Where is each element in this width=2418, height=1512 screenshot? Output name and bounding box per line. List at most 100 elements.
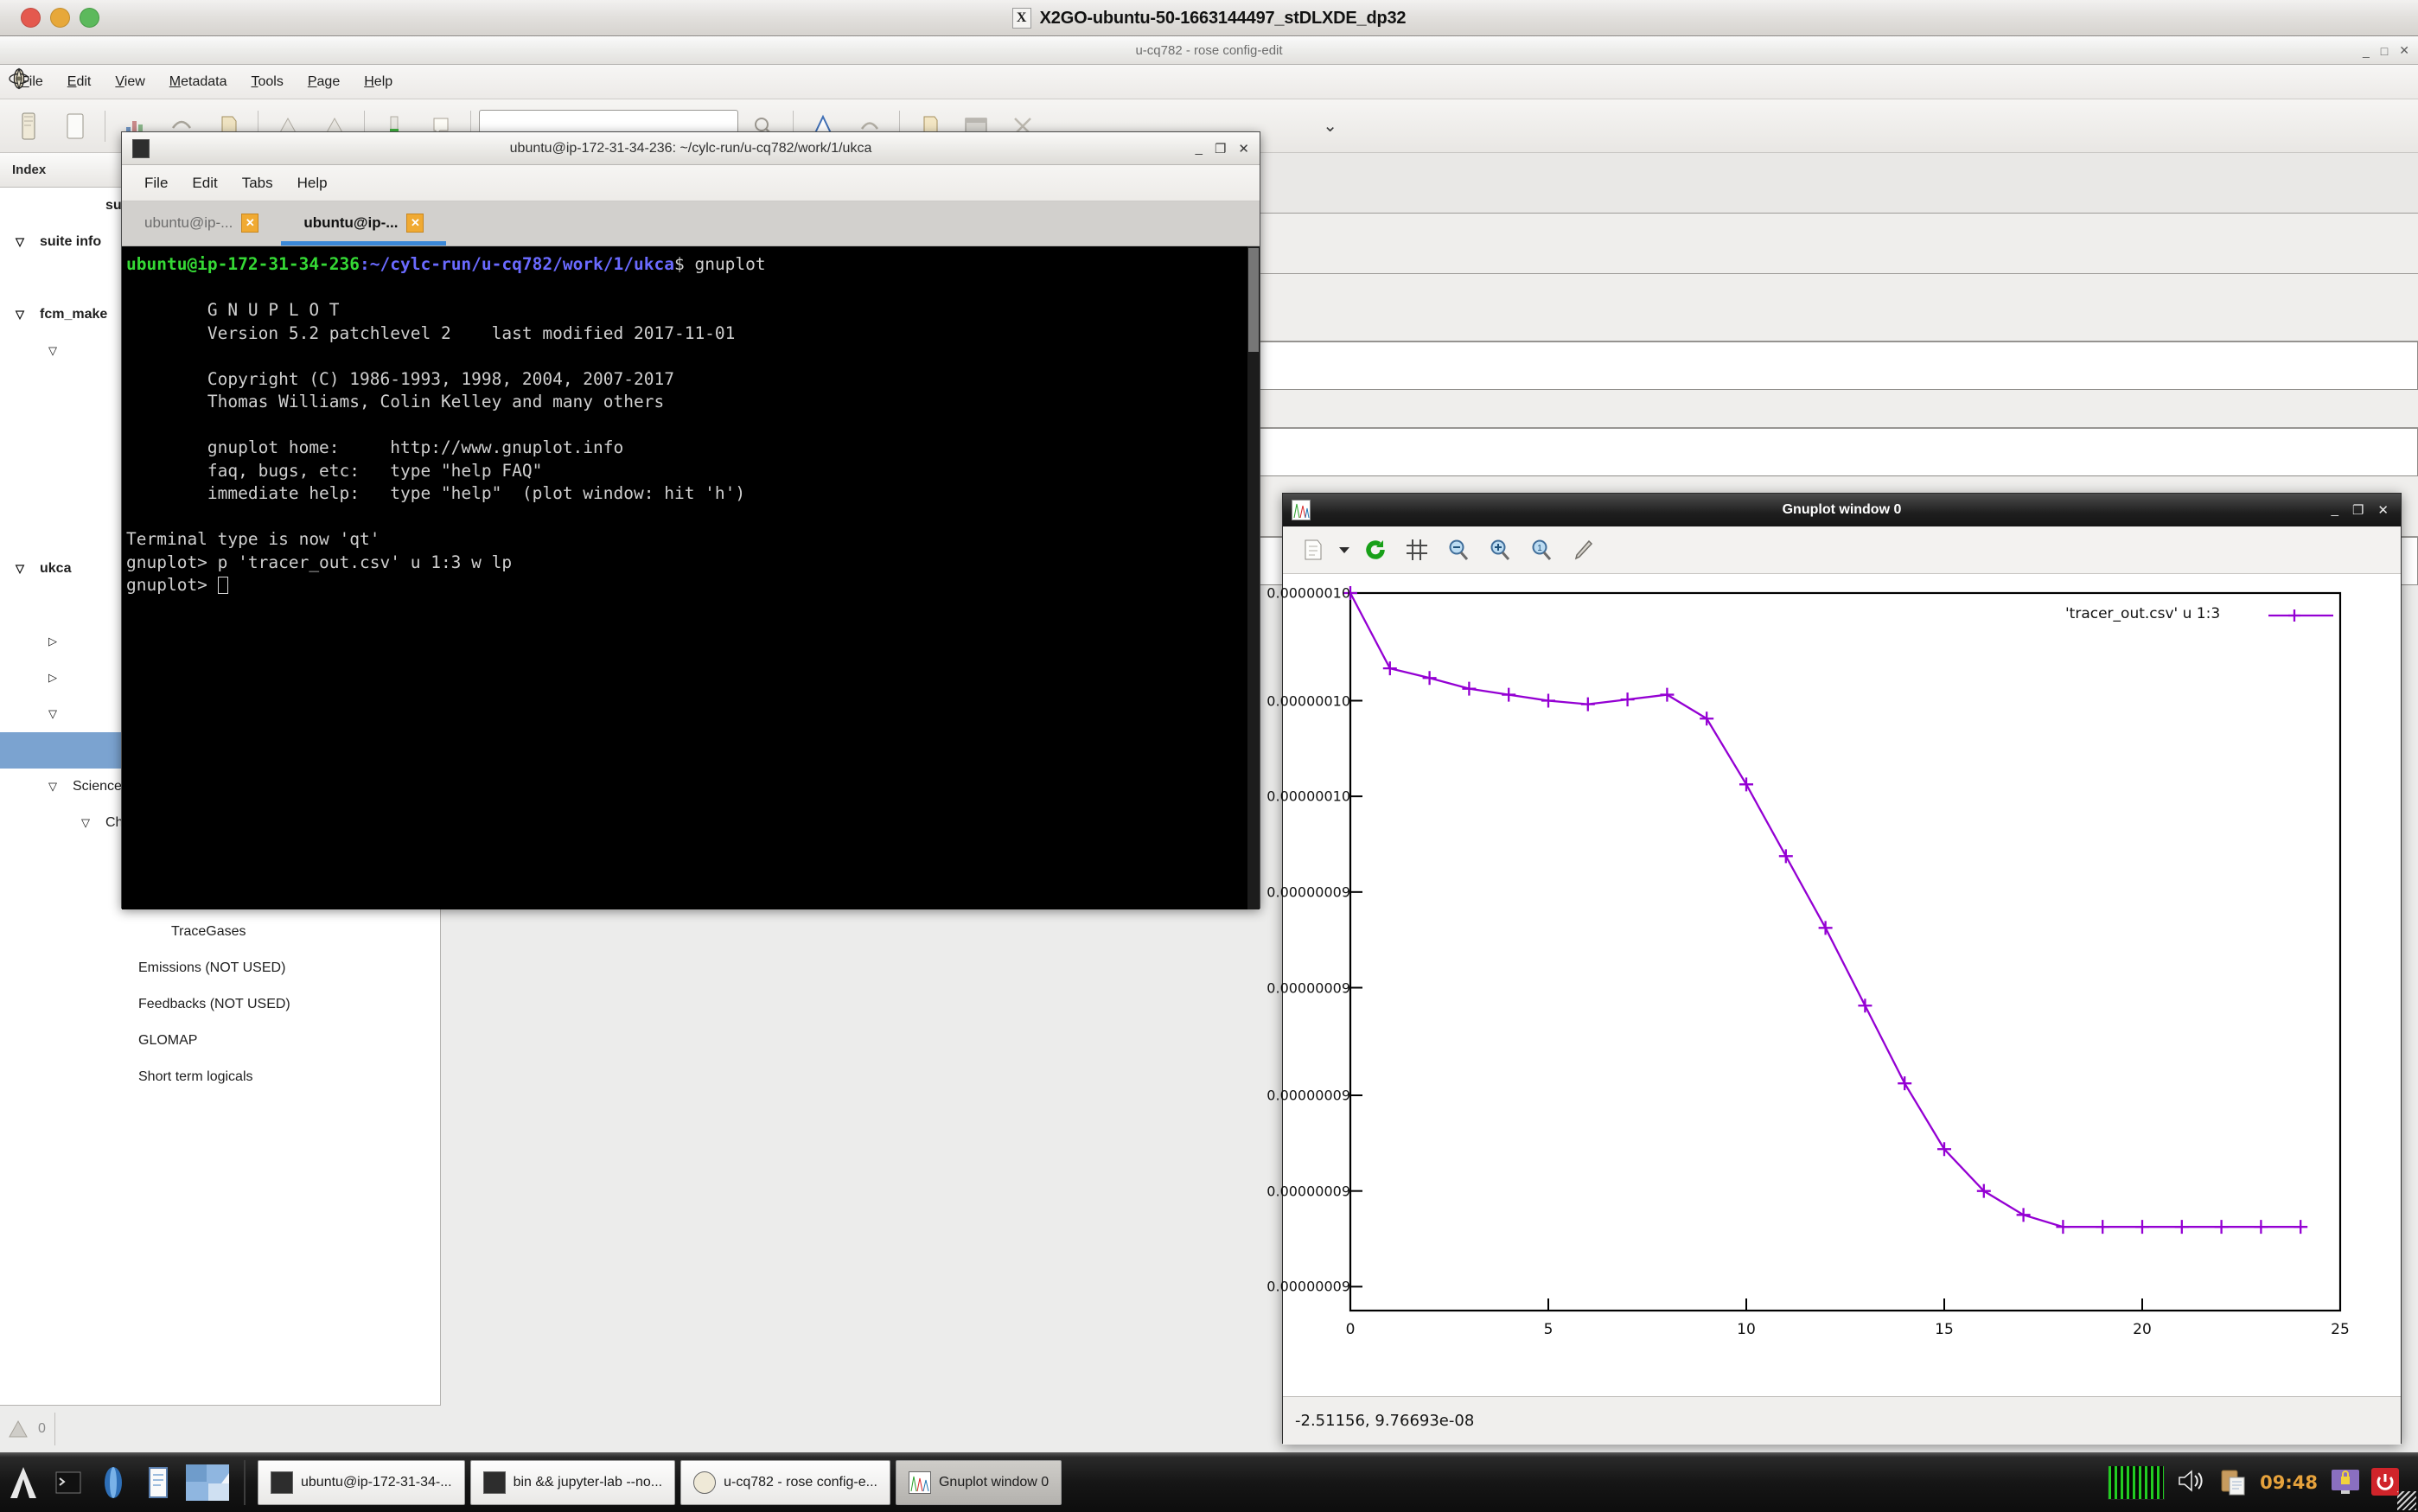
menu-metadata[interactable]: Metadata bbox=[157, 71, 239, 93]
terminal-screen[interactable]: ubuntu@ip-172-31-34-236:~/cylc-run/u-cq7… bbox=[122, 246, 1260, 909]
system-tray[interactable]: 09:48 bbox=[2108, 1464, 2415, 1500]
terminal-menu-tabs[interactable]: Tabs bbox=[232, 171, 284, 195]
gnuplot-icon bbox=[908, 1471, 931, 1494]
data-point-marker bbox=[2096, 1220, 2110, 1234]
settings-icon[interactable] bbox=[1565, 532, 1601, 568]
menu-tools[interactable]: Tools bbox=[239, 71, 296, 93]
y-tick-label: 0.00000009 bbox=[1266, 884, 1350, 901]
browser-icon[interactable] bbox=[93, 1458, 133, 1508]
gnuplot-toolbar[interactable]: 1 bbox=[1283, 526, 2401, 574]
zoom-in-icon[interactable] bbox=[1482, 532, 1518, 568]
close-button[interactable]: ✕ bbox=[1238, 141, 1249, 156]
data-point-marker bbox=[1462, 681, 1477, 696]
terminal-scrollbar[interactable] bbox=[1247, 246, 1260, 909]
maximize-button[interactable]: ❐ bbox=[1215, 141, 1226, 156]
rose-menubar[interactable]: File Edit View Metadata Tools Page Help bbox=[0, 65, 2418, 99]
rose-window-buttons[interactable]: _ □ ✕ bbox=[2363, 36, 2409, 65]
taskbar-button-2[interactable]: u-cq782 - rose config-e... bbox=[680, 1459, 890, 1505]
minimize-button[interactable]: _ bbox=[1196, 141, 1203, 156]
desktop-icon[interactable] bbox=[183, 1458, 232, 1508]
terminal-tabbar[interactable]: ubuntu@ip-... ✕ ubuntu@ip-... ✕ bbox=[122, 201, 1260, 246]
scrollbar-thumb[interactable] bbox=[1248, 248, 1259, 352]
terminal-menu-help[interactable]: Help bbox=[287, 171, 338, 195]
data-point-marker bbox=[1700, 711, 1714, 726]
taskbar-button-3[interactable]: Gnuplot window 0 bbox=[895, 1459, 1062, 1505]
menu-page[interactable]: Page bbox=[296, 71, 352, 93]
new-suite-icon[interactable] bbox=[7, 105, 50, 147]
terminal-window-buttons[interactable]: _ ❐ ✕ bbox=[1196, 141, 1249, 156]
chevron-down-icon[interactable] bbox=[1337, 532, 1352, 568]
gnuplot-plot-canvas[interactable]: 0.00000010 0.00000010 0.00000010 0.00000009… bbox=[1266, 574, 2401, 1397]
maximize-button[interactable]: □ bbox=[2381, 44, 2388, 58]
arch-icon[interactable] bbox=[3, 1458, 43, 1508]
gnuplot-window[interactable]: Gnuplot window 0 _ ❐ ✕ 1 0.00000010 0.00… bbox=[1266, 493, 2402, 1445]
clipboard-icon[interactable] bbox=[2218, 1468, 2248, 1497]
terminal-window[interactable]: ubuntu@ip-172-31-34-236: ~/cylc-run/u-cq… bbox=[121, 131, 1260, 909]
zoom-out-icon[interactable] bbox=[1440, 532, 1477, 568]
taskbar-button-0[interactable]: ubuntu@ip-172-31-34-... bbox=[258, 1459, 465, 1505]
terminal-tab-1[interactable]: ubuntu@ip-... ✕ bbox=[122, 201, 281, 246]
chevron-down-icon[interactable]: ▽ bbox=[74, 816, 97, 830]
taskbar-button-label: Gnuplot window 0 bbox=[938, 1474, 1050, 1490]
terminal-icon[interactable] bbox=[48, 1458, 88, 1508]
close-button[interactable]: ✕ bbox=[2377, 502, 2389, 518]
menu-help[interactable]: Help bbox=[352, 71, 405, 93]
clock[interactable]: 09:48 bbox=[2260, 1472, 2318, 1493]
cpu-graph-icon[interactable] bbox=[2108, 1464, 2166, 1500]
volume-icon[interactable] bbox=[2177, 1468, 2206, 1497]
close-button[interactable]: ✕ bbox=[2399, 43, 2409, 58]
resize-grip[interactable] bbox=[2397, 1491, 2416, 1510]
lock-screen-icon[interactable] bbox=[2330, 1468, 2359, 1497]
power-icon[interactable] bbox=[2371, 1467, 2401, 1497]
rose-app-icon bbox=[9, 67, 29, 90]
minimize-button[interactable]: _ bbox=[2363, 44, 2370, 58]
tree-item-label: GLOMAP bbox=[138, 1033, 198, 1048]
tree-item-21[interactable]: Emissions (NOT USED) bbox=[0, 950, 440, 986]
gnuplot-window-buttons[interactable]: _ ❐ ✕ bbox=[2332, 502, 2389, 518]
open-suite-icon[interactable] bbox=[54, 105, 97, 147]
data-series-points bbox=[1343, 586, 2308, 1234]
menu-edit[interactable]: Edit bbox=[55, 71, 104, 93]
taskbar-button-1[interactable]: bin && jupyter-lab --no... bbox=[469, 1459, 676, 1505]
tree-item-22[interactable]: Feedbacks (NOT USED) bbox=[0, 986, 440, 1023]
terminal-menu-file[interactable]: File bbox=[134, 171, 178, 195]
zoom-reset-icon[interactable]: 1 bbox=[1523, 532, 1560, 568]
tree-item-24[interactable]: Short term logicals bbox=[0, 1059, 440, 1095]
chevron-down-icon[interactable]: ▽ bbox=[41, 707, 64, 721]
taskbar-window-buttons[interactable]: ubuntu@ip-172-31-34-... bin && jupyter-la… bbox=[258, 1459, 1062, 1505]
terminal-menubar[interactable]: File Edit Tabs Help bbox=[122, 165, 1260, 201]
x-tick-label: 10 bbox=[1737, 1321, 1756, 1338]
chevron-down-icon[interactable]: ⌄ bbox=[1323, 115, 1337, 137]
data-point-marker bbox=[2174, 1220, 2189, 1234]
chevron-right-icon[interactable]: ▷ bbox=[41, 671, 64, 685]
export-icon[interactable] bbox=[1295, 532, 1331, 568]
data-point-marker bbox=[2294, 1220, 2308, 1234]
y-tick-label: 0.00000010 bbox=[1266, 584, 1350, 602]
tree-item-23[interactable]: GLOMAP bbox=[0, 1023, 440, 1059]
chevron-down-icon[interactable]: ▽ bbox=[9, 235, 31, 249]
data-point-marker bbox=[1660, 687, 1675, 702]
x-tick-label: 0 bbox=[1345, 1321, 1356, 1338]
menu-view[interactable]: View bbox=[103, 71, 156, 93]
grid-icon[interactable] bbox=[1399, 532, 1435, 568]
taskbar[interactable]: ubuntu@ip-172-31-34-... bin && jupyter-la… bbox=[0, 1452, 2418, 1512]
chevron-down-icon[interactable]: ▽ bbox=[9, 562, 31, 576]
terminal-window-title: ubuntu@ip-172-31-34-236: ~/cylc-run/u-cq… bbox=[509, 140, 872, 156]
files-icon[interactable] bbox=[138, 1458, 178, 1508]
chevron-down-icon[interactable]: ▽ bbox=[9, 308, 31, 322]
chevron-right-icon[interactable]: ▷ bbox=[41, 635, 64, 648]
terminal-tab-1-label: ubuntu@ip-... bbox=[144, 214, 233, 231]
terminal-tab-2[interactable]: ubuntu@ip-... ✕ bbox=[281, 201, 447, 246]
chevron-down-icon[interactable]: ▽ bbox=[41, 344, 64, 358]
replot-icon[interactable] bbox=[1357, 532, 1394, 568]
y-tick-marks bbox=[1350, 592, 1362, 1288]
chevron-down-icon[interactable]: ▽ bbox=[41, 780, 64, 794]
tree-item-label: Emissions (NOT USED) bbox=[138, 960, 286, 975]
tab-close-icon[interactable]: ✕ bbox=[406, 214, 424, 233]
terminal-menu-edit[interactable]: Edit bbox=[182, 171, 227, 195]
maximize-button[interactable]: ❐ bbox=[2352, 502, 2364, 518]
tab-close-icon[interactable]: ✕ bbox=[241, 214, 259, 233]
minimize-button[interactable]: _ bbox=[2332, 502, 2338, 518]
terminal-output: ubuntu@ip-172-31-34-236:~/cylc-run/u-cq7… bbox=[126, 254, 766, 595]
tree-item-20[interactable]: TraceGases bbox=[0, 914, 440, 950]
